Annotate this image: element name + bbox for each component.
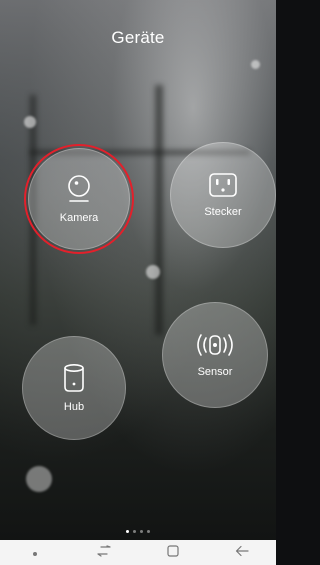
device-label-stecker: Stecker: [204, 206, 242, 218]
device-label-hub: Hub: [63, 401, 85, 413]
page-dot: [140, 530, 143, 533]
sensor-signal-icon: [195, 332, 235, 358]
camera-icon: [66, 174, 92, 204]
nav-dot-button[interactable]: [15, 540, 55, 565]
device-sensor-button[interactable]: Sensor: [162, 302, 268, 408]
background-light: [251, 60, 260, 69]
device-label-sensor: Sensor: [197, 366, 233, 378]
page-title: Geräte: [111, 28, 165, 47]
plug-socket-icon: [208, 172, 238, 198]
home-icon: [166, 544, 179, 562]
device-hub-button[interactable]: Hub: [22, 336, 126, 440]
system-navigation-bar: [0, 540, 276, 565]
background-light: [146, 265, 160, 279]
nav-home-button[interactable]: [153, 540, 193, 565]
page-dot: [133, 530, 136, 533]
device-stecker-button[interactable]: Stecker: [170, 142, 276, 248]
nav-recent-apps-button[interactable]: [84, 540, 124, 565]
device-label-kamera: Kamera: [59, 212, 99, 224]
dot-icon: [32, 544, 38, 562]
hub-icon: [63, 363, 85, 393]
background-window-frame: [155, 85, 163, 335]
recent-apps-icon: [96, 544, 112, 562]
nav-back-button[interactable]: [222, 540, 262, 565]
background-light: [24, 116, 36, 128]
page-dot: [126, 530, 129, 533]
background-light: [26, 466, 52, 492]
page-dot: [147, 530, 150, 533]
back-icon: [235, 544, 249, 562]
device-kamera-button[interactable]: Kamera: [28, 148, 130, 250]
device-screen: Geräte Kamera Stecker Sensor Hub: [0, 0, 276, 540]
page-indicator: [0, 530, 276, 533]
